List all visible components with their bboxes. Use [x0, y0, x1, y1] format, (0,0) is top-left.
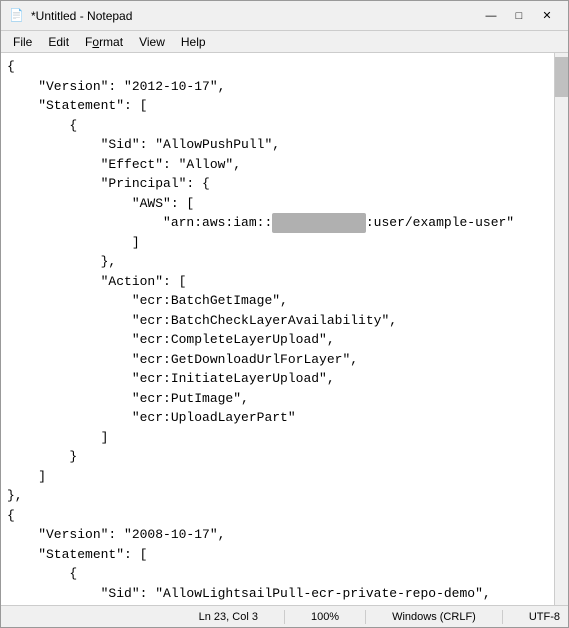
window-title: *Untitled - Notepad: [31, 9, 132, 23]
status-zoom: 100%: [311, 611, 339, 623]
status-divider-1: [284, 610, 285, 624]
title-bar: 📄 *Untitled - Notepad — □ ✕: [1, 1, 568, 31]
status-ln-col: Ln 23, Col 3: [199, 611, 258, 623]
title-bar-left: 📄 *Untitled - Notepad: [9, 8, 132, 24]
notepad-window: 📄 *Untitled - Notepad — □ ✕ File Edit Fo…: [0, 0, 569, 628]
menu-help[interactable]: Help: [173, 33, 214, 51]
text-editor[interactable]: { "Version": "2012-10-17", "Statement": …: [1, 53, 554, 605]
scrollbar-thumb[interactable]: [555, 57, 568, 97]
scrollbar-vertical[interactable]: [554, 53, 568, 605]
window-controls: — □ ✕: [478, 6, 560, 26]
status-divider-3: [502, 610, 503, 624]
menu-format[interactable]: Format: [77, 33, 131, 51]
status-encoding: UTF-8: [529, 611, 560, 623]
menu-bar: File Edit Format View Help: [1, 31, 568, 53]
menu-view[interactable]: View: [131, 33, 173, 51]
status-divider-2: [365, 610, 366, 624]
status-bar: Ln 23, Col 3 100% Windows (CRLF) UTF-8: [1, 605, 568, 627]
menu-edit[interactable]: Edit: [40, 33, 77, 51]
maximize-button[interactable]: □: [506, 6, 532, 26]
status-line-ending: Windows (CRLF): [392, 611, 476, 623]
editor-area: { "Version": "2012-10-17", "Statement": …: [1, 53, 568, 605]
close-button[interactable]: ✕: [534, 6, 560, 26]
app-icon: 📄: [9, 8, 25, 24]
minimize-button[interactable]: —: [478, 6, 504, 26]
menu-file[interactable]: File: [5, 33, 40, 51]
